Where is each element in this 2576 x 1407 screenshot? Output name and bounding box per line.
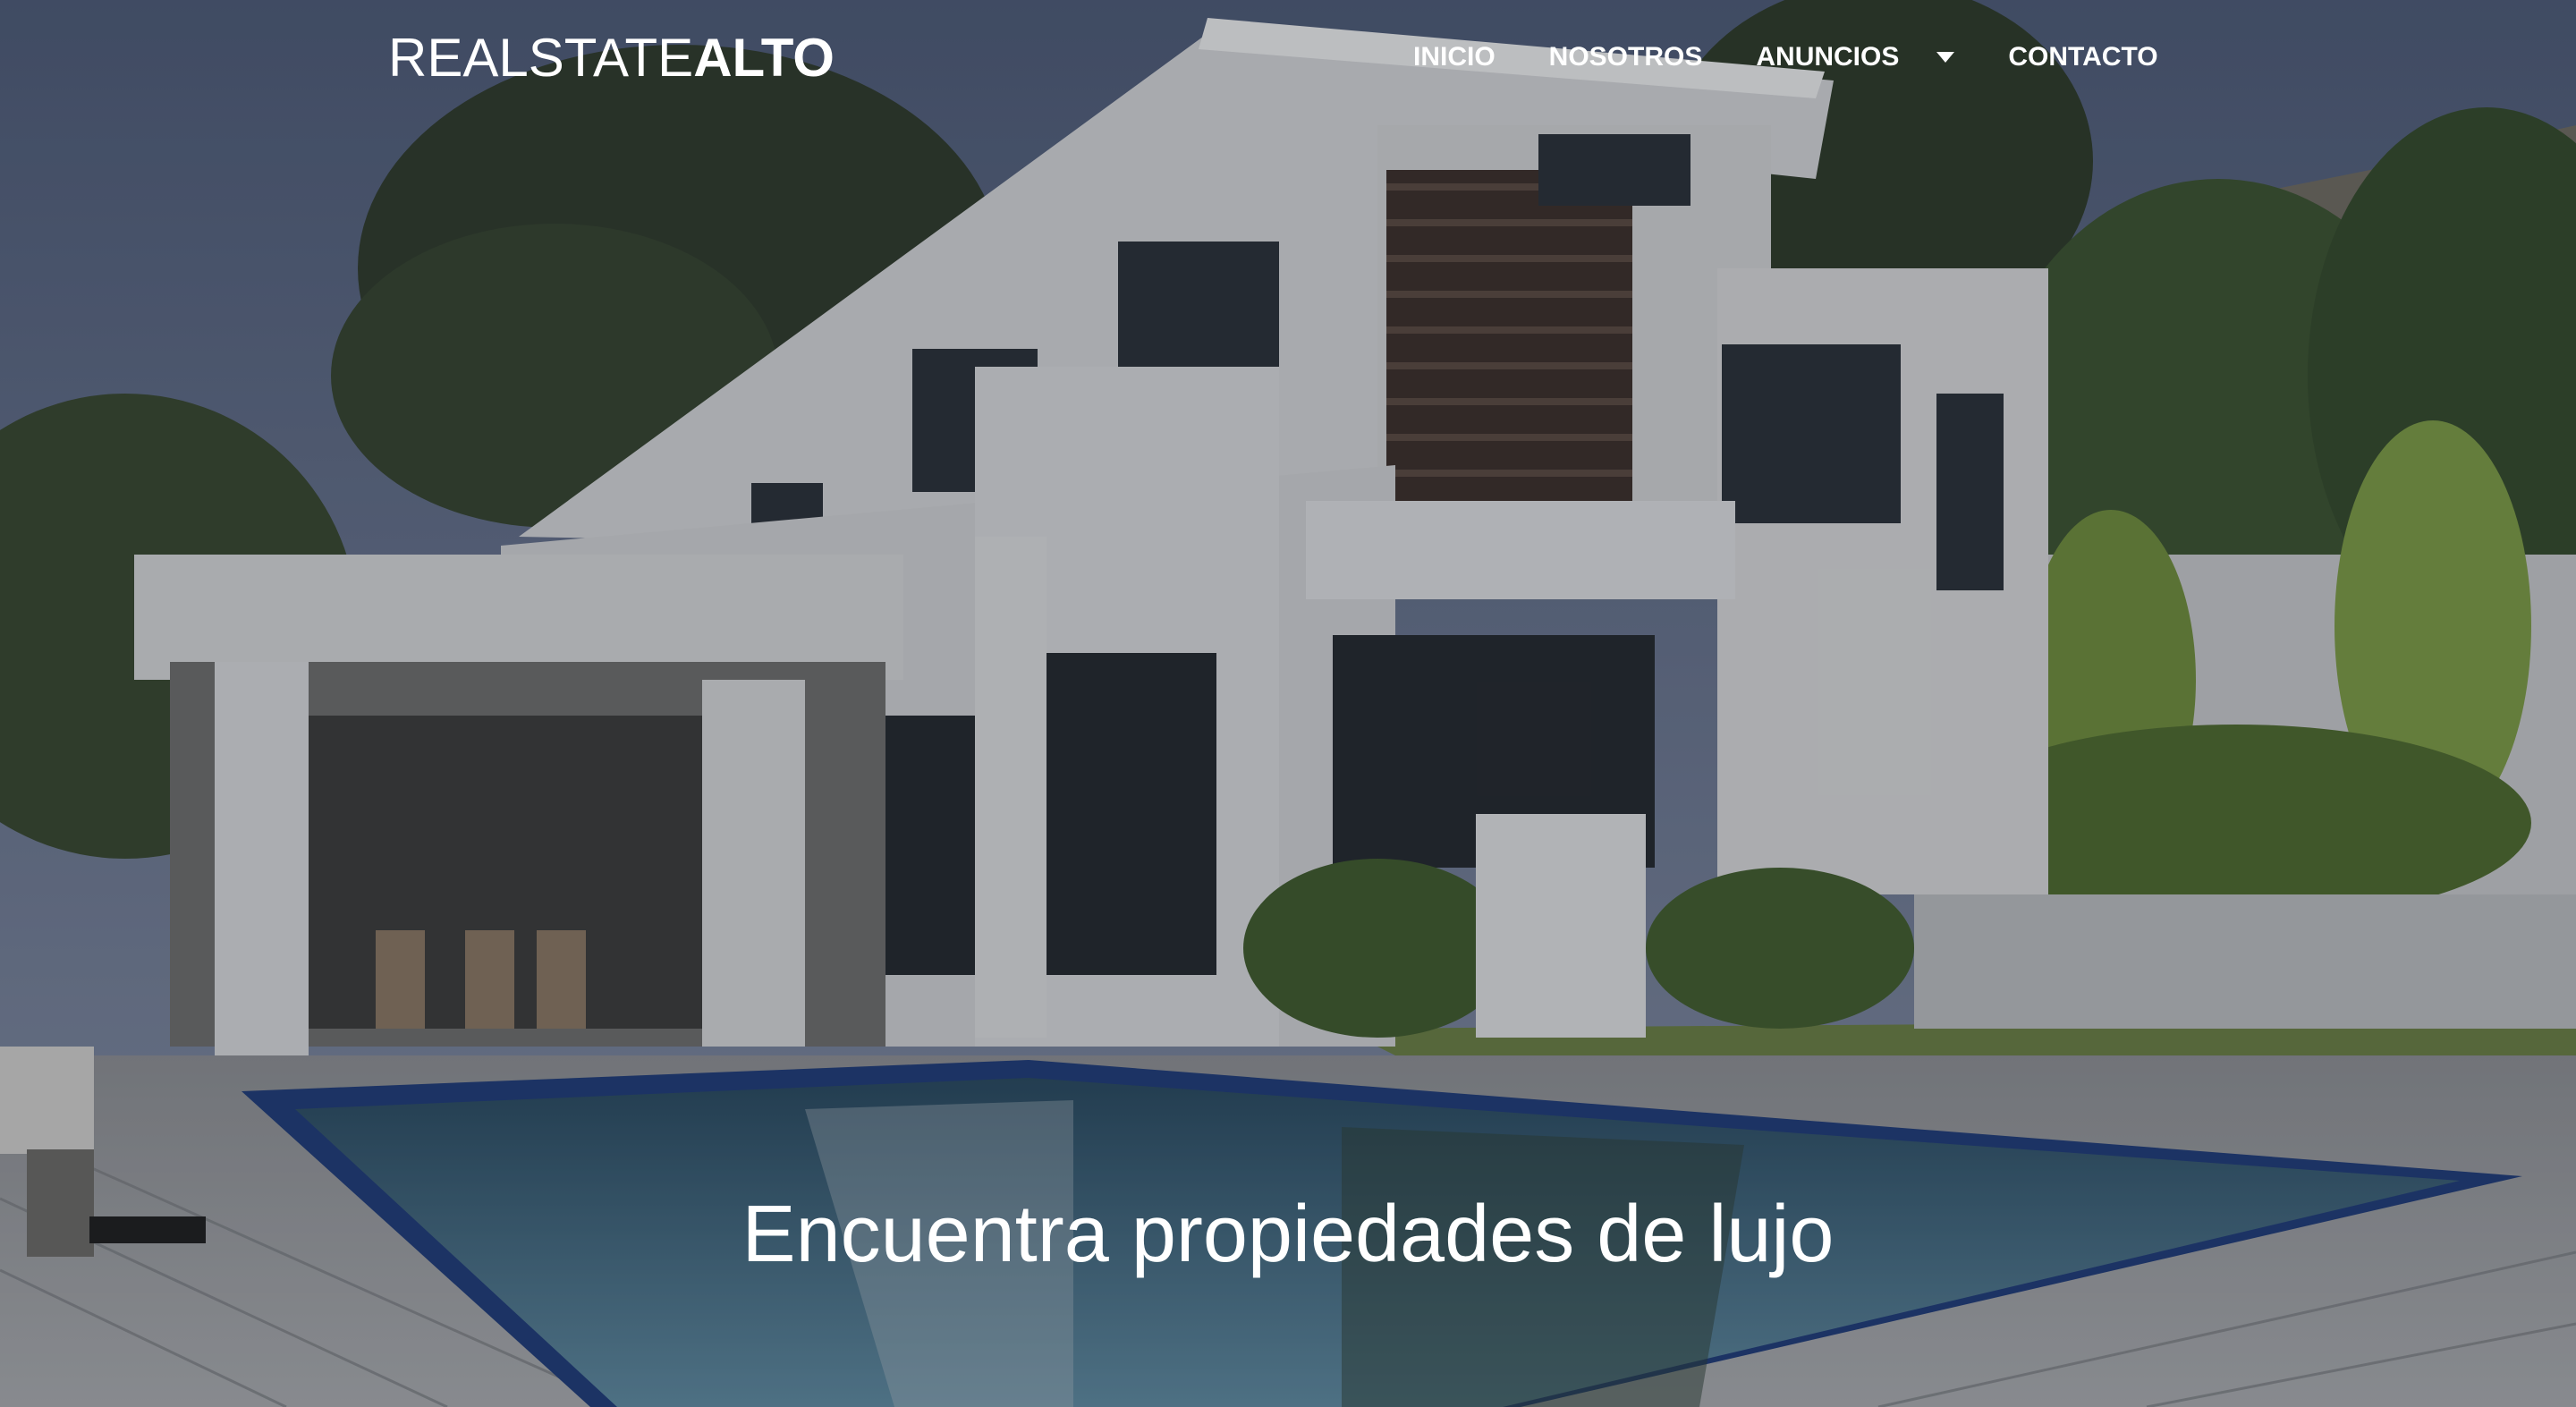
brand-logo[interactable]: REALSTATEALTO <box>388 27 835 89</box>
main-nav: INICIO NOSOTROS ANUNCIOS CONTACTO <box>1413 38 2158 77</box>
nav-link-anuncios[interactable]: ANUNCIOS <box>1756 42 1955 72</box>
brand-logo-light: REALSTATE <box>388 28 694 88</box>
brand-logo-bold: ALTO <box>693 28 835 88</box>
nav-link-nosotros[interactable]: NOSOTROS <box>1549 42 1703 72</box>
nav-link-anuncios-label: ANUNCIOS <box>1756 42 1900 72</box>
nav-link-contacto[interactable]: CONTACTO <box>2008 42 2157 72</box>
chevron-down-icon[interactable] <box>1936 52 1955 63</box>
nav-link-inicio[interactable]: INICIO <box>1413 42 1496 72</box>
navbar: REALSTATEALTO INICIO NOSOTROS ANUNCIOS C… <box>0 0 2576 116</box>
hero-title: Encuentra propiedades de lujo <box>741 1190 1835 1279</box>
